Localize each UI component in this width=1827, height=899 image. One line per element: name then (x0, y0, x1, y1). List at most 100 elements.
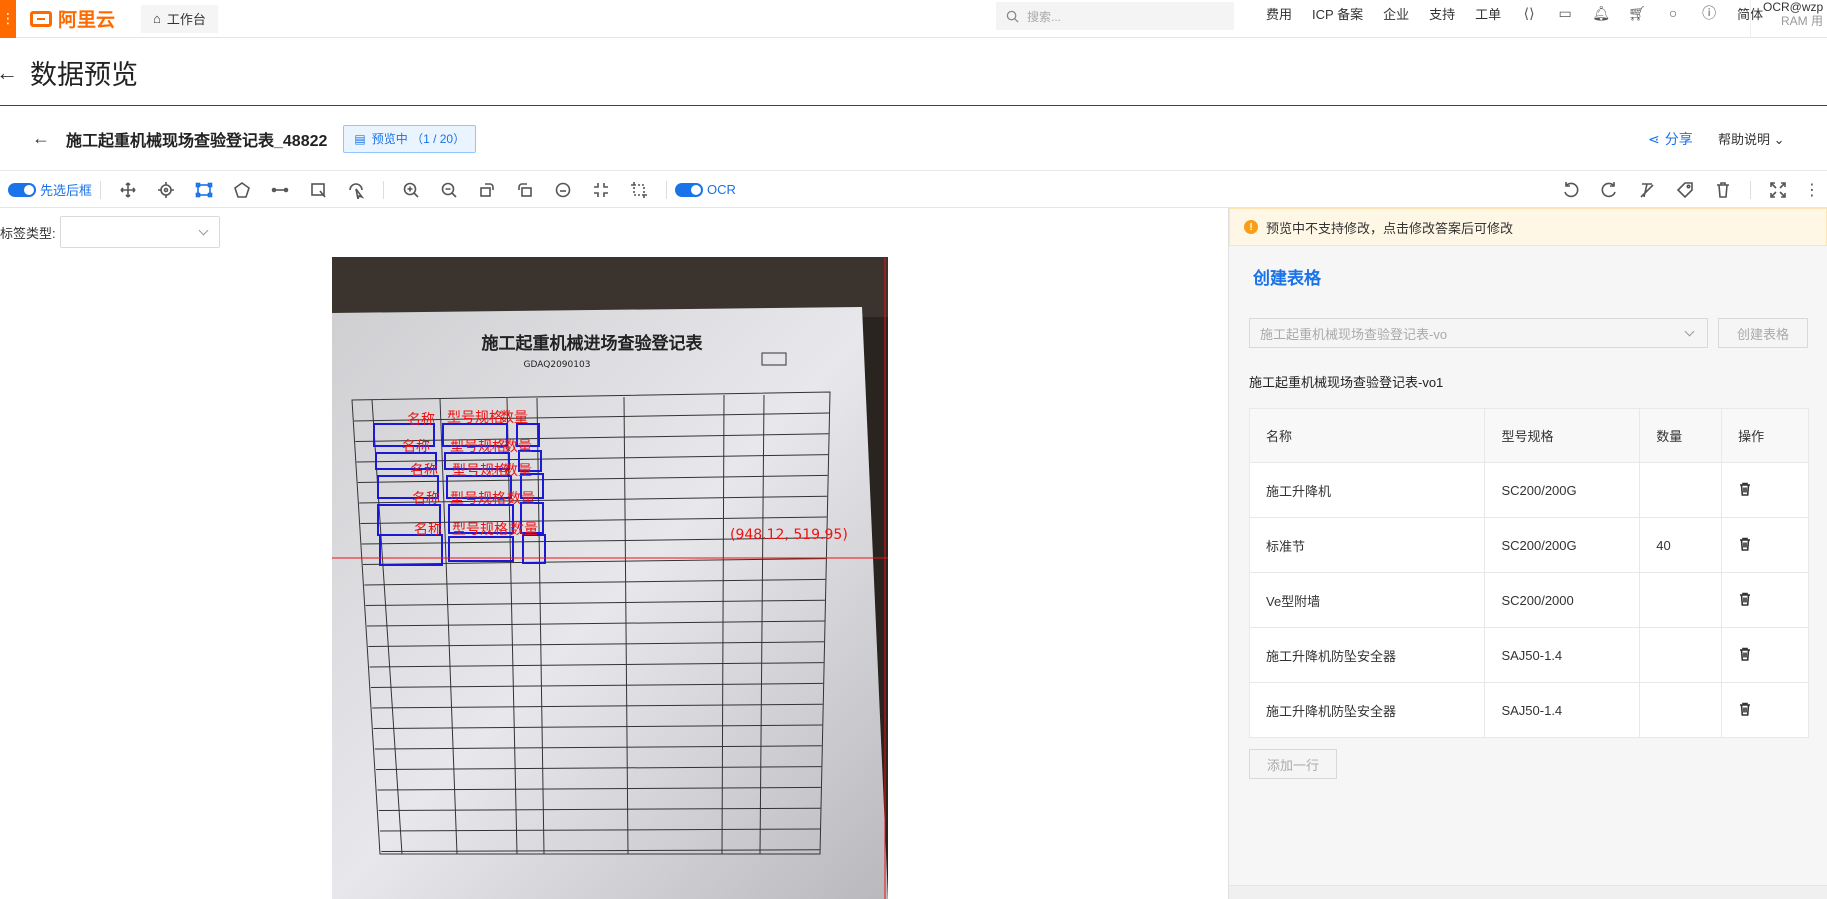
cell-name[interactable]: 施工升降机防坠安全器 (1248, 682, 1486, 738)
label-type-select[interactable] (59, 216, 220, 248)
share-button[interactable]: ⋖ 分享 (1648, 129, 1693, 149)
create-table-button[interactable]: 创建表格 (1718, 318, 1808, 348)
toolbar-right-actions: ⋮ (1552, 172, 1827, 208)
search-input[interactable]: 搜索... (996, 2, 1234, 30)
brand-logo[interactable]: 阿里云 (30, 5, 115, 32)
polygon-icon[interactable] (223, 181, 261, 199)
trash-icon[interactable] (1738, 647, 1752, 664)
home-icon: ⌂ (153, 11, 161, 26)
aliyun-logo-icon (30, 10, 52, 27)
back-arrow-icon[interactable]: ← (32, 128, 50, 149)
lightbulb-icon[interactable]: ○ (1655, 5, 1691, 21)
select-then-box-toggle[interactable]: 先选后框 (8, 180, 92, 199)
table-row: 标准节 SC200/200G 40 (1248, 517, 1809, 573)
document-photo: 施工起重机械进场查验登记表 GDAQ2090103 名称 型号规格数量 名称 型号规… (332, 257, 888, 899)
nav-billing[interactable]: 费用 (1256, 4, 1302, 23)
box-label: 数量 (504, 463, 532, 479)
trash-icon[interactable] (1738, 482, 1752, 499)
cell-quantity[interactable]: 40 (1639, 517, 1723, 573)
zoom-out-icon[interactable] (430, 181, 468, 199)
chevron-down-icon: ⌄ (1773, 132, 1785, 147)
cell-name[interactable]: 标准节 (1248, 517, 1486, 573)
bell-icon[interactable]: 🔔︎ (1583, 5, 1619, 22)
fit-icon[interactable] (582, 181, 620, 199)
trash-icon[interactable] (1738, 592, 1752, 609)
image-canvas[interactable]: 施工起重机械进场查验登记表 GDAQ2090103 名称 型号规格 数量 名称 型号规… (332, 257, 888, 899)
table-row: 施工升降机防坠安全器 SAJ50-1.4 (1248, 682, 1809, 738)
nav-support[interactable]: 支持 (1419, 4, 1465, 23)
account-menu[interactable]: OCR@wzp RAM 用 (1750, 0, 1827, 38)
cell-quantity[interactable] (1639, 572, 1723, 628)
cell-quantity[interactable] (1639, 627, 1723, 683)
help-icon[interactable]: ⓘ (1691, 3, 1727, 23)
page-title: 数据预览 (30, 60, 138, 90)
menu-icon[interactable]: ⋮ (0, 0, 16, 38)
horizontal-scrollbar[interactable] (1229, 885, 1827, 899)
trash-icon[interactable] (1738, 702, 1752, 719)
nav-ticket[interactable]: 工单 (1465, 4, 1511, 23)
trash-icon[interactable] (1738, 537, 1752, 554)
extracted-table: 名称 型号规格 数量 操作 施工升降机 SC200/200G 标准节 SC200… (1248, 408, 1809, 738)
redo-icon[interactable] (1590, 181, 1628, 199)
cell-name[interactable]: Ve型附墙 (1248, 572, 1486, 628)
cell-name[interactable]: 施工升降机防坠安全器 (1248, 627, 1486, 683)
box-label: 名称 (414, 522, 442, 538)
preview-status-text: 预览中 （1 / 20） (371, 132, 466, 146)
crop-icon[interactable] (620, 181, 658, 199)
box-label: 型号规格 (452, 522, 508, 538)
transform-icon[interactable] (299, 181, 337, 199)
cell-model[interactable]: SAJ50-1.4 (1484, 627, 1641, 683)
toggle-label: 先选后框 (40, 183, 93, 198)
rotate-left-icon[interactable] (468, 181, 506, 199)
cell-model[interactable]: SAJ50-1.4 (1484, 682, 1641, 738)
nav-icp[interactable]: ICP 备案 (1302, 4, 1373, 23)
template-select[interactable]: 施工起重机械现场查验登记表-vo (1249, 318, 1708, 348)
point-icon[interactable] (147, 181, 185, 199)
delete-icon[interactable] (1704, 181, 1742, 199)
nav-enterprise[interactable]: 企业 (1373, 4, 1419, 23)
magic-select-icon[interactable] (337, 181, 375, 199)
cell-model[interactable]: SC200/2000 (1484, 572, 1641, 628)
box-label: 数量 (507, 491, 535, 507)
cell-name[interactable]: 施工升降机 (1248, 462, 1486, 518)
preview-warning: ! 预览中不支持修改，点击修改答案后可修改 (1229, 208, 1827, 246)
table-panel: ! 预览中不支持修改，点击修改答案后可修改 创建表格 施工起重机械现场查验登记表… (1228, 208, 1827, 899)
cell-model[interactable]: SC200/200G (1484, 462, 1641, 518)
search-icon (1006, 10, 1019, 23)
workbench-button[interactable]: ⌂ 工作台 (141, 4, 218, 33)
table-row: 施工升降机 SC200/200G (1248, 462, 1809, 518)
workbench-label: 工作台 (166, 12, 206, 27)
help-label: 帮助说明 (1718, 132, 1771, 147)
more-icon[interactable]: ⋮ (1797, 180, 1827, 200)
column-header-quantity: 数量 (1639, 408, 1723, 463)
column-header-actions: 操作 (1721, 408, 1809, 463)
box-label: 型号规格 (450, 439, 506, 455)
warning-text: 预览中不支持修改，点击修改答案后可修改 (1266, 220, 1514, 236)
add-row-button[interactable]: 添加一行 (1249, 749, 1337, 779)
preview-status-badge: ▤ 预览中 （1 / 20） (343, 124, 477, 153)
rotate-90-icon[interactable] (544, 181, 582, 199)
back-arrow-icon[interactable]: ← (0, 60, 18, 86)
line-icon[interactable] (261, 181, 299, 199)
code-icon[interactable]: ⟨⟩ (1511, 5, 1547, 22)
column-header-model: 型号规格 (1484, 408, 1641, 463)
box-label: 名称 (410, 463, 438, 479)
ocr-toggle[interactable]: OCR (675, 182, 736, 197)
fullscreen-icon[interactable] (1759, 181, 1797, 199)
terminal-icon[interactable]: ▭ (1547, 5, 1583, 22)
move-icon[interactable] (109, 181, 147, 199)
cell-quantity[interactable] (1639, 682, 1723, 738)
zoom-in-icon[interactable] (392, 181, 430, 199)
rectangle-icon[interactable] (185, 181, 223, 199)
help-docs-button[interactable]: 帮助说明 ⌄ (1718, 129, 1785, 148)
share-icon: ⋖ (1648, 130, 1660, 147)
cart-icon[interactable]: 🛒︎ (1619, 5, 1655, 22)
cell-quantity[interactable] (1639, 462, 1723, 518)
cell-model[interactable]: SC200/200G (1484, 517, 1641, 573)
toggle-switch (8, 182, 36, 197)
undo-icon[interactable] (1552, 181, 1590, 199)
top-navbar: ⋮ 阿里云 ⌂ 工作台 搜索... 费用 ICP 备案 企业 支持 工单 ⟨⟩ … (0, 0, 1827, 38)
clear-format-icon[interactable] (1628, 181, 1666, 199)
rotate-right-icon[interactable] (506, 181, 544, 199)
tag-icon[interactable] (1666, 181, 1704, 199)
